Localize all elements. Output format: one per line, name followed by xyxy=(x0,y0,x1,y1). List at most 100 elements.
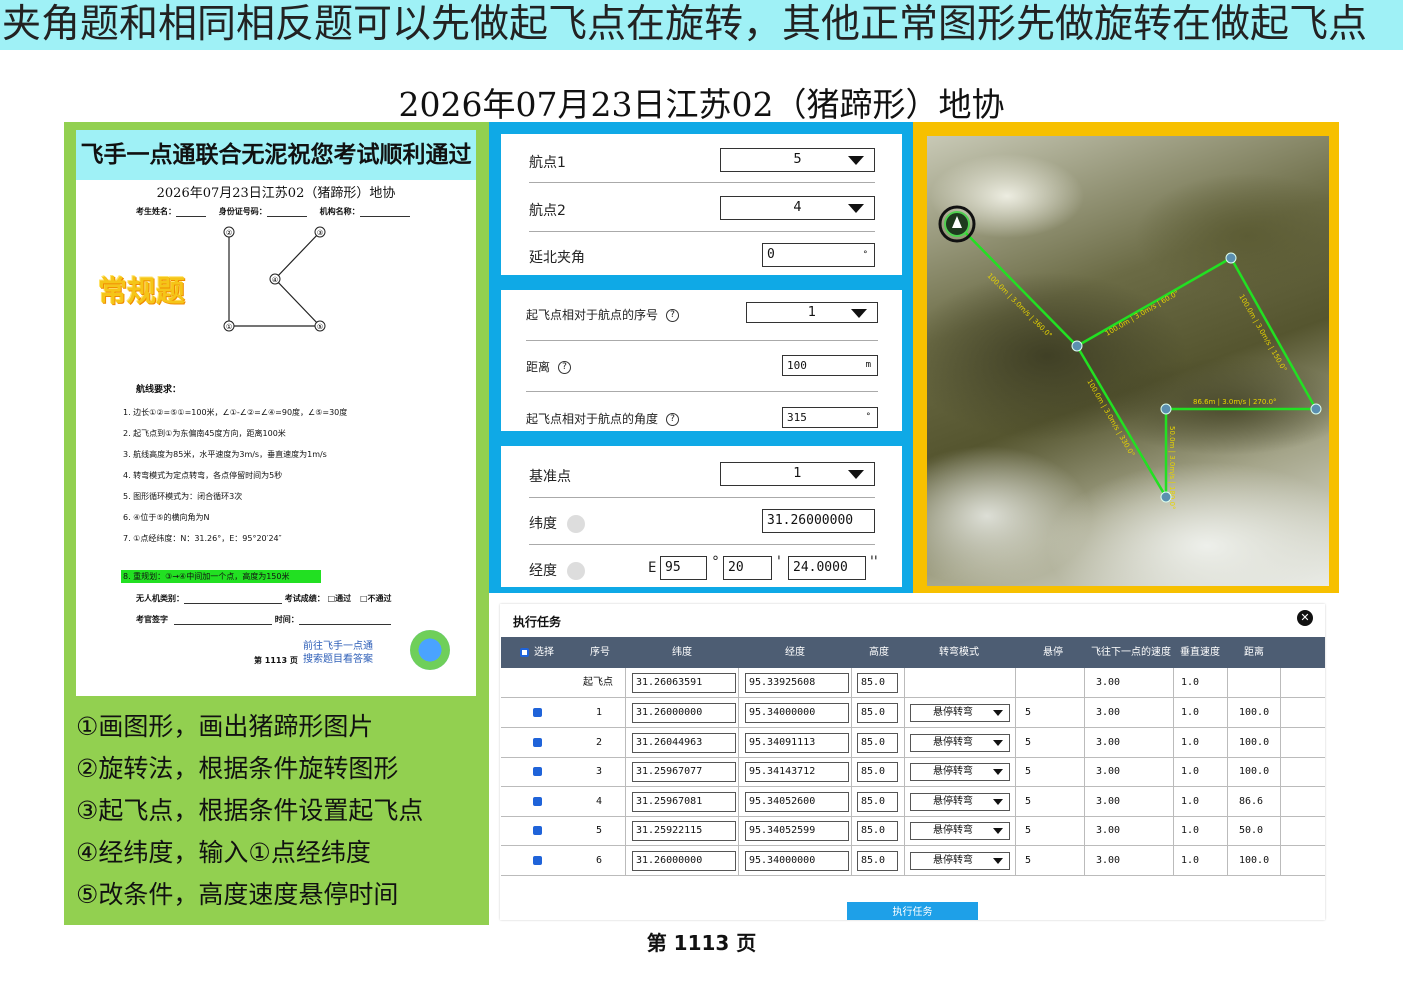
waypoint-marker[interactable] xyxy=(1310,403,1322,415)
point-label-3: ③ xyxy=(317,229,323,237)
waypoint-marker[interactable] xyxy=(1225,252,1237,264)
hover-value: 5 xyxy=(1025,825,1032,837)
row-checkbox[interactable] xyxy=(533,767,542,777)
longitude-degree-input[interactable]: 95 xyxy=(660,556,707,580)
lon-input[interactable]: 95.34000000 xyxy=(745,703,849,723)
lat-input[interactable]: 31.25967081 xyxy=(632,791,736,812)
takeoff-seq-select[interactable]: 1 xyxy=(746,302,878,323)
distance-value: 100 xyxy=(787,359,807,372)
north-angle-value: 0 xyxy=(767,247,775,262)
turn-mode-value: 悬停转弯 xyxy=(933,825,973,837)
cell-value: 85.0 xyxy=(861,707,886,718)
cell-value: 85.0 xyxy=(861,855,886,866)
turn-mode-select[interactable]: 悬停转弯 xyxy=(910,792,1010,811)
hover-value: 5 xyxy=(1025,795,1032,807)
satellite-map[interactable]: 100.0m | 3.0m/s | 360.0° 100.0m | 3.0m/s… xyxy=(927,136,1329,586)
takeoff-lon-input[interactable]: 95.33925608 xyxy=(745,673,849,693)
waypoint-marker[interactable] xyxy=(1160,403,1172,415)
header-alt: 高度 xyxy=(869,647,889,658)
lon-input[interactable]: 95.34143712 xyxy=(745,762,849,783)
alt-input[interactable]: 85.0 xyxy=(857,791,898,812)
top-banner: 夹角题和相同相反题可以先做起飞点在旋转，其他正常图形先做旋转在做起飞点 xyxy=(0,0,1403,50)
lon-input[interactable]: 95.34091113 xyxy=(745,732,849,753)
lon-input[interactable]: 95.34052600 xyxy=(745,791,849,812)
turn-mode-value: 悬停转弯 xyxy=(933,855,973,866)
hover-value: 5 xyxy=(1025,707,1032,718)
turn-mode-value: 悬停转弯 xyxy=(933,736,973,748)
waypoint-marker[interactable] xyxy=(1160,491,1172,503)
base-point-select[interactable]: 1 xyxy=(720,462,875,486)
help-icon[interactable]: ? xyxy=(558,361,572,374)
lat-input[interactable]: 31.25967077 xyxy=(632,762,736,783)
turn-mode-select[interactable]: 悬停转弯 xyxy=(910,852,1010,870)
row-checkbox[interactable] xyxy=(533,737,542,747)
alt-input[interactable]: 85.0 xyxy=(857,762,898,783)
help-icon[interactable]: ? xyxy=(666,309,680,322)
lon-input[interactable]: 95.34052599 xyxy=(745,821,849,842)
latitude-value: 31.26000000 xyxy=(767,513,854,528)
row-checkbox[interactable] xyxy=(533,826,542,836)
time-label: 时间： xyxy=(274,615,299,624)
paper-result-line: 无人机类别： 考试成绩： □通过 □不通过 xyxy=(136,593,392,604)
latitude-input[interactable]: 31.26000000 xyxy=(762,509,875,533)
steps-list: ①画图形，画出猪蹄形图片 ②旋转法，根据条件旋转图形 ③起飞点，根据条件设置起飞… xyxy=(76,706,423,916)
distance-input[interactable]: 100 m xyxy=(782,355,878,376)
north-angle-input[interactable]: 0 ° xyxy=(762,243,875,267)
alt-input[interactable]: 85.0 xyxy=(857,821,898,842)
turn-mode-value: 悬停转弯 xyxy=(933,766,973,778)
second-symbol: '' xyxy=(870,554,878,570)
wp1-select[interactable]: 5 xyxy=(720,148,875,172)
lon-input[interactable]: 95.34000000 xyxy=(745,851,849,871)
paper-fields: 考生姓名： 身份证号码： 机构名称： xyxy=(136,206,410,217)
waypoint-marker[interactable] xyxy=(1071,340,1083,352)
row-checkbox[interactable] xyxy=(533,796,542,806)
speed-value: 3.00 xyxy=(1096,677,1121,688)
alt-input[interactable]: 85.0 xyxy=(857,732,898,753)
alt-input[interactable]: 85.0 xyxy=(857,851,898,871)
longitude-minute-input[interactable]: 20 xyxy=(723,556,772,580)
latitude-label: 纬度 xyxy=(529,513,585,533)
alt-input[interactable]: 85.0 xyxy=(857,703,898,723)
turn-mode-select[interactable]: 悬停转弯 xyxy=(910,822,1010,841)
vspeed-value: 1.0 xyxy=(1181,736,1200,748)
requirement-item: 3. 航线高度为85米，水平速度为3m/s，垂直速度为1m/s xyxy=(123,450,327,459)
help-icon[interactable]: ? xyxy=(666,413,680,426)
turn-mode-select[interactable]: 悬停转弯 xyxy=(910,763,1010,782)
requirement-highlight: 8. 重规划：③→④中间加一个点，高度为150米 xyxy=(121,570,321,583)
takeoff-angle-text: 起飞点相对于航点的角度 xyxy=(526,412,659,426)
step-item: ①画图形，画出猪蹄形图片 xyxy=(76,712,374,741)
header-seq: 序号 xyxy=(590,647,610,658)
seq-value: 3 xyxy=(596,766,603,778)
switch-icon[interactable] xyxy=(567,515,585,533)
distance-value: 50.0 xyxy=(1239,825,1264,837)
close-icon[interactable]: ✕ xyxy=(1297,610,1313,626)
lat-input[interactable]: 31.25922115 xyxy=(632,821,736,842)
row-checkbox[interactable] xyxy=(533,856,542,865)
execute-task-button[interactable]: 执行任务 xyxy=(847,902,978,920)
select-all-checkbox[interactable] xyxy=(520,648,529,657)
takeoff-alt-input[interactable]: 85.0 xyxy=(857,673,898,693)
vspeed-value: 1.0 xyxy=(1181,825,1200,837)
speed-value: 3.00 xyxy=(1096,825,1121,837)
lat-input[interactable]: 31.26000000 xyxy=(632,703,736,723)
step-item: ②旋转法，根据条件旋转图形 xyxy=(76,754,399,783)
row-checkbox[interactable] xyxy=(533,708,542,717)
speed-value: 3.00 xyxy=(1096,707,1121,718)
wp2-select[interactable]: 4 xyxy=(720,196,875,220)
point-label-4: ④ xyxy=(272,276,278,284)
takeoff-angle-input[interactable]: 315 ° xyxy=(782,407,878,428)
answer-link[interactable]: 前往飞手一点通 搜索题目看答案 xyxy=(303,640,373,666)
distance-value: 100.0 xyxy=(1239,736,1270,748)
longitude-label: 经度 xyxy=(529,560,585,580)
minute-symbol: ' xyxy=(777,554,781,570)
lat-input[interactable]: 31.26044963 xyxy=(632,732,736,753)
longitude-second-input[interactable]: 24.0000 xyxy=(788,556,866,580)
lat-input[interactable]: 31.26000000 xyxy=(632,851,736,871)
takeoff-lat-input[interactable]: 31.26063591 xyxy=(632,673,736,693)
divider xyxy=(526,391,878,392)
switch-icon[interactable] xyxy=(567,562,585,580)
turn-mode-select[interactable]: 悬停转弯 xyxy=(910,704,1010,722)
turn-mode-select[interactable]: 悬停转弯 xyxy=(910,733,1010,752)
takeoff-angle-label: 起飞点相对于航点的角度? xyxy=(526,410,680,427)
wp1-value: 5 xyxy=(793,152,802,167)
